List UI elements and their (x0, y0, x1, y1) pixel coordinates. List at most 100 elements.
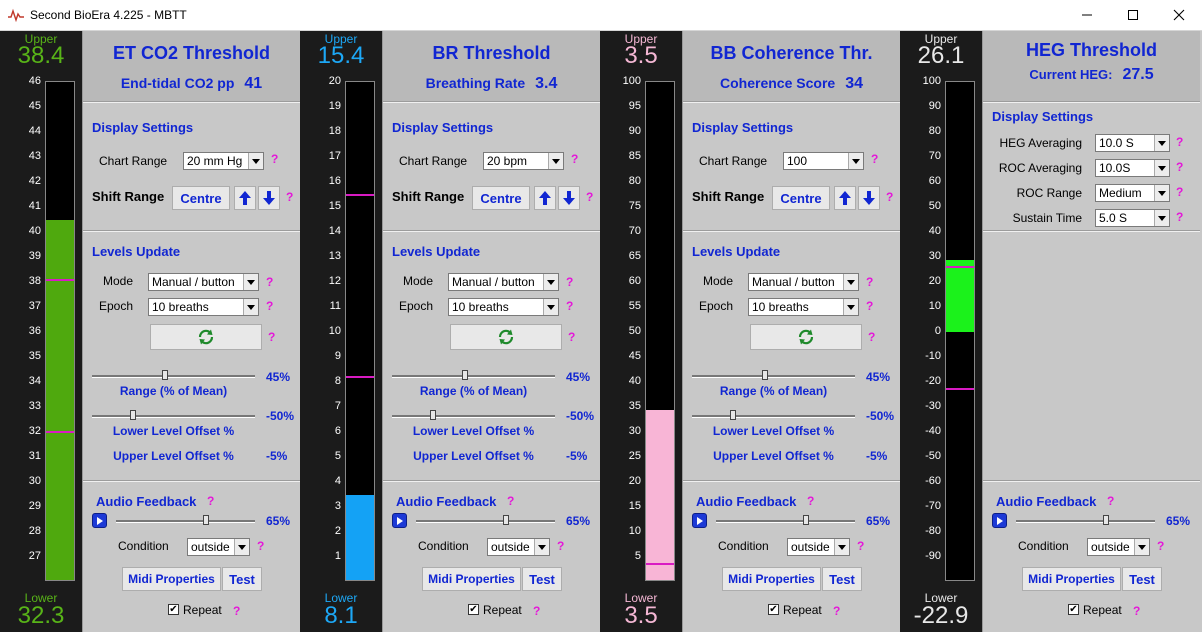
help-icon[interactable]: ? (1133, 604, 1140, 618)
shift-up-button[interactable] (534, 186, 556, 210)
repeat-checkbox[interactable]: ✔ (768, 604, 779, 615)
help-icon[interactable]: ? (886, 190, 893, 204)
midi-properties-button[interactable]: Midi Properties (1022, 567, 1121, 591)
mode-select[interactable]: Manual / button (148, 273, 259, 291)
range-slider[interactable] (392, 370, 555, 380)
help-icon[interactable]: ? (586, 190, 593, 204)
test-button[interactable]: Test (1122, 567, 1162, 591)
shift-up-button[interactable] (234, 186, 256, 210)
audio-play-button[interactable] (92, 513, 107, 528)
volume-slider[interactable] (1016, 515, 1155, 525)
condition-select[interactable]: outside (1087, 538, 1150, 556)
volume-slider-thumb[interactable] (1103, 515, 1110, 525)
lower-offset-slider-thumb[interactable] (729, 410, 736, 420)
range-slider[interactable] (92, 370, 255, 380)
epoch-select[interactable]: 10 breaths (748, 298, 859, 316)
lower-offset-slider-thumb[interactable] (129, 410, 136, 420)
help-icon[interactable]: ? (257, 539, 264, 553)
volume-slider[interactable] (116, 515, 255, 525)
close-button[interactable] (1156, 0, 1202, 30)
condition-select[interactable]: outside (187, 538, 250, 556)
help-icon[interactable]: ? (571, 152, 578, 166)
volume-slider[interactable] (416, 515, 555, 525)
range-slider-thumb[interactable] (762, 370, 769, 380)
midi-properties-button[interactable]: Midi Properties (722, 567, 821, 591)
heg-averaging-select[interactable]: 10.0 S (1095, 134, 1170, 152)
centre-button[interactable]: Centre (472, 186, 530, 210)
audio-play-button[interactable] (392, 513, 407, 528)
volume-slider-thumb[interactable] (203, 515, 210, 525)
help-icon[interactable]: ? (866, 275, 873, 289)
help-icon[interactable]: ? (868, 330, 875, 344)
help-icon[interactable]: ? (871, 152, 878, 166)
help-icon[interactable]: ? (866, 299, 873, 313)
help-icon[interactable]: ? (271, 152, 278, 166)
repeat-checkbox[interactable]: ✔ (468, 604, 479, 615)
repeat-checkbox[interactable]: ✔ (1068, 604, 1079, 615)
help-icon[interactable]: ? (233, 604, 240, 618)
lower-offset-slider[interactable] (92, 410, 255, 420)
test-button[interactable]: Test (822, 567, 862, 591)
help-icon[interactable]: ? (566, 299, 573, 313)
centre-button[interactable]: Centre (772, 186, 830, 210)
range-slider[interactable] (692, 370, 855, 380)
help-icon[interactable]: ? (1176, 185, 1183, 199)
repeat-checkbox[interactable]: ✔ (168, 604, 179, 615)
midi-properties-button[interactable]: Midi Properties (122, 567, 221, 591)
midi-properties-button[interactable]: Midi Properties (422, 567, 521, 591)
test-button[interactable]: Test (222, 567, 262, 591)
condition-select[interactable]: outside (487, 538, 550, 556)
help-icon[interactable]: ? (566, 275, 573, 289)
mode-select[interactable]: Manual / button (748, 273, 859, 291)
lower-offset-slider[interactable] (392, 410, 555, 420)
roc-averaging-select[interactable]: 10.0S (1095, 159, 1170, 177)
shift-down-button[interactable] (258, 186, 280, 210)
refresh-levels-button[interactable] (450, 324, 562, 350)
help-icon[interactable]: ? (833, 604, 840, 618)
refresh-levels-button[interactable] (750, 324, 862, 350)
audio-play-button[interactable] (992, 513, 1007, 528)
volume-slider-thumb[interactable] (503, 515, 510, 525)
help-icon[interactable]: ? (266, 299, 273, 313)
lower-offset-slider[interactable] (692, 410, 855, 420)
help-icon[interactable]: ? (557, 539, 564, 553)
help-icon[interactable]: ? (533, 604, 540, 618)
help-icon[interactable]: ? (507, 494, 514, 508)
help-icon[interactable]: ? (268, 330, 275, 344)
help-icon[interactable]: ? (807, 494, 814, 508)
help-icon[interactable]: ? (1176, 160, 1183, 174)
help-icon[interactable]: ? (1107, 494, 1114, 508)
shift-up-button[interactable] (834, 186, 856, 210)
chart-range-select[interactable]: 20 bpm (483, 152, 564, 170)
epoch-select[interactable]: 10 breaths (148, 298, 259, 316)
shift-down-button[interactable] (558, 186, 580, 210)
help-icon[interactable]: ? (266, 275, 273, 289)
lower-offset-slider-thumb[interactable] (429, 410, 436, 420)
shift-down-button[interactable] (858, 186, 880, 210)
test-button[interactable]: Test (522, 567, 562, 591)
tick-label: 16 (328, 175, 341, 187)
range-slider-thumb[interactable] (462, 370, 469, 380)
epoch-select[interactable]: 10 breaths (448, 298, 559, 316)
audio-play-button[interactable] (692, 513, 707, 528)
minimize-button[interactable] (1064, 0, 1110, 30)
help-icon[interactable]: ? (1157, 539, 1164, 553)
condition-select[interactable]: outside (787, 538, 850, 556)
help-icon[interactable]: ? (286, 190, 293, 204)
volume-slider[interactable] (716, 515, 855, 525)
help-icon[interactable]: ? (1176, 210, 1183, 224)
help-icon[interactable]: ? (1176, 135, 1183, 149)
centre-button[interactable]: Centre (172, 186, 230, 210)
help-icon[interactable]: ? (568, 330, 575, 344)
refresh-levels-button[interactable] (150, 324, 262, 350)
chart-range-select[interactable]: 20 mm Hg (183, 152, 264, 170)
volume-slider-thumb[interactable] (803, 515, 810, 525)
mode-select[interactable]: Manual / button (448, 273, 559, 291)
help-icon[interactable]: ? (207, 494, 214, 508)
help-icon[interactable]: ? (857, 539, 864, 553)
roc-range-select[interactable]: Medium (1095, 184, 1170, 202)
sustain-time-select[interactable]: 5.0 S (1095, 209, 1170, 227)
range-slider-thumb[interactable] (162, 370, 169, 380)
chart-range-select[interactable]: 100 (783, 152, 864, 170)
maximize-button[interactable] (1110, 0, 1156, 30)
